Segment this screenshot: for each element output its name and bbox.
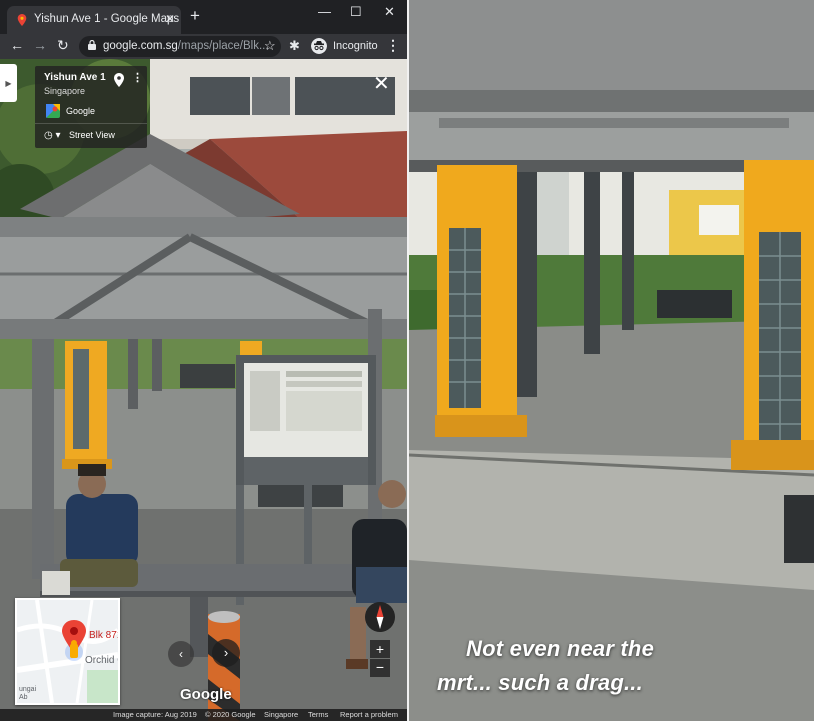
pin-icon[interactable] — [114, 73, 124, 87]
address-bar[interactable]: google.com.sg/maps/place/Blk... ☆ — [79, 36, 281, 57]
street-view-label: Street View — [69, 130, 115, 140]
browser-window: Yishun Ave 1 - Google Maps ✕ + — ☐ ✕ ← →… — [0, 0, 407, 721]
google-wordmark: Google — [180, 686, 232, 703]
tab-title: Yishun Ave 1 - Google Maps — [34, 13, 180, 25]
terms-link[interactable]: Terms — [308, 710, 328, 719]
region-link[interactable]: Singapore — [264, 710, 298, 719]
tab-google-maps[interactable]: Yishun Ave 1 - Google Maps ✕ — [7, 6, 181, 34]
incognito-icon[interactable] — [311, 38, 327, 54]
attribution-bar: Image capture: Aug 2019 © 2020 Google Si… — [0, 709, 407, 721]
extensions-puzzle-icon[interactable]: ✱ — [289, 38, 300, 54]
url-host: google.com.sg — [103, 40, 178, 52]
history-glyph: ◷ — [44, 130, 53, 141]
image-capture-date: Image capture: Aug 2019 — [113, 710, 197, 719]
more-options-icon[interactable]: ⋮ — [132, 71, 143, 84]
place-info-card: Yishun Ave 1 Singapore ⋮ Google ◷ ▾ Stre… — [35, 66, 147, 148]
pan-right-arrow[interactable]: › — [212, 639, 240, 667]
browser-menu-icon[interactable]: ⋮ — [386, 37, 400, 54]
window-close-button[interactable]: ✕ — [384, 4, 395, 20]
minimap[interactable]: Blk 871 Orchid C ungai Ab — [15, 598, 120, 705]
reload-button[interactable]: ↻ — [57, 37, 69, 54]
incognito-label[interactable]: Incognito — [333, 40, 378, 52]
caption-line-2: mrt... such a drag... — [437, 670, 643, 695]
url-path: /maps/place/Blk... — [177, 40, 269, 52]
compass-icon[interactable] — [365, 602, 395, 632]
pan-left-arrow[interactable]: ‹ — [168, 641, 194, 667]
back-button[interactable]: ← — [10, 37, 24, 53]
bus-stop-photo: Not even near the mrt... such a drag... — [409, 0, 814, 721]
source-label: Google — [66, 106, 96, 116]
minimize-button[interactable]: — — [318, 4, 331, 19]
place-title[interactable]: Yishun Ave 1 — [44, 72, 106, 83]
lock-icon — [88, 40, 96, 50]
maximize-button[interactable]: ☐ — [350, 4, 362, 20]
screen: Yishun Ave 1 - Google Maps ✕ + — ☐ ✕ ← →… — [0, 0, 814, 721]
minimap-corner-label: ungai Ab — [19, 686, 37, 701]
photo-scene — [409, 0, 814, 721]
report-problem-link[interactable]: Report a problem — [340, 710, 398, 719]
street-view-panorama[interactable]: ▶ Yishun Ave 1 Singapore ⋮ Google ◷ ▾ St… — [0, 59, 407, 721]
side-panel-toggle[interactable]: ▶ — [0, 64, 17, 102]
url-text: google.com.sg/maps/place/Blk... — [103, 40, 269, 52]
copyright-text: © 2020 Google — [205, 710, 256, 719]
browser-toolbar: ← → ↻ google.com.sg/maps/place/Blk... ☆ … — [0, 34, 407, 59]
zoom-in-button[interactable]: + — [370, 640, 390, 658]
maps-logo-icon — [46, 104, 60, 118]
history-icon[interactable]: ◷ ▾ — [44, 130, 61, 141]
maps-pin-icon — [17, 14, 27, 26]
card-divider — [35, 123, 147, 124]
bookmark-star-icon[interactable]: ☆ — [264, 38, 276, 54]
zoom-out-button[interactable]: − — [370, 659, 390, 677]
new-tab-button[interactable]: + — [190, 7, 200, 24]
place-subtitle: Singapore — [44, 86, 86, 96]
tab-strip: Yishun Ave 1 - Google Maps ✕ + — ☐ ✕ — [0, 0, 407, 34]
forward-button[interactable]: → — [33, 37, 47, 53]
close-street-view-icon[interactable]: ✕ — [373, 74, 390, 94]
minimap-place-label: Orchid C — [85, 655, 118, 666]
caption-line-1: Not even near the — [466, 636, 655, 661]
minimap-pin-label: Blk 871 — [89, 630, 120, 641]
tab-close-icon[interactable]: ✕ — [165, 12, 175, 26]
